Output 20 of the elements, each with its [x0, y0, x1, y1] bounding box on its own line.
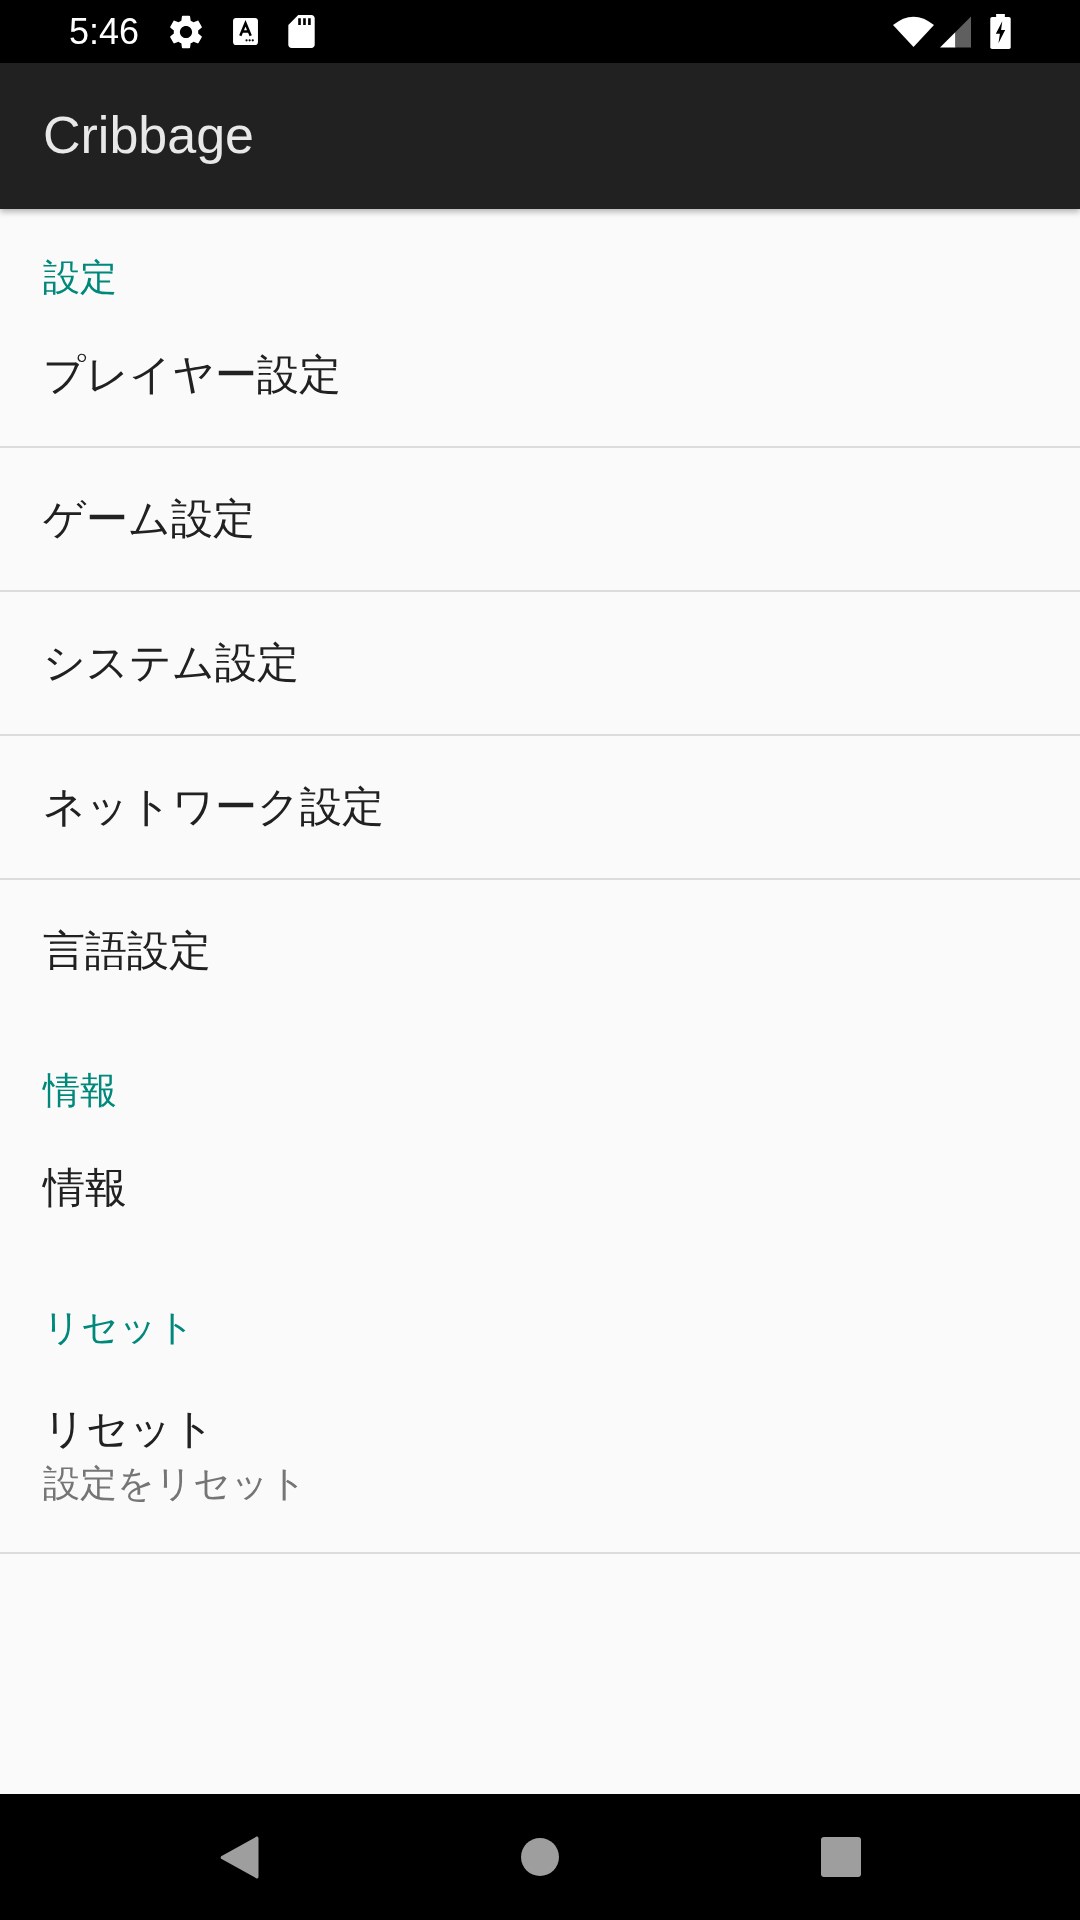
settings-item[interactable]: リセット 設定をリセット — [0, 1354, 1080, 1552]
settings-item[interactable]: 情報 — [0, 1117, 1080, 1259]
category-title: リセット — [43, 1306, 195, 1350]
app-title: Cribbage — [43, 107, 255, 165]
settings-item[interactable]: プレイヤー設定 — [0, 304, 1080, 446]
back-icon[interactable] — [219, 1835, 259, 1879]
settings-item[interactable]: システム設定 — [0, 592, 1080, 734]
sd-card-icon — [288, 15, 316, 48]
signal-icon — [940, 15, 971, 48]
category-title: 設定 — [43, 256, 117, 300]
status-time: 5:46 — [69, 13, 140, 50]
settings-item[interactable]: ゲーム設定 — [0, 448, 1080, 590]
category-title: 情報 — [43, 1069, 117, 1113]
settings-item[interactable]: 言語設定 — [0, 880, 1080, 1022]
settings-item[interactable]: ネットワーク設定 — [0, 736, 1080, 878]
settings-icon — [169, 14, 204, 49]
wifi-icon — [893, 16, 934, 47]
font-tile-icon — [233, 18, 259, 45]
home-icon[interactable] — [521, 1838, 559, 1876]
battery-charging-icon — [990, 14, 1011, 49]
